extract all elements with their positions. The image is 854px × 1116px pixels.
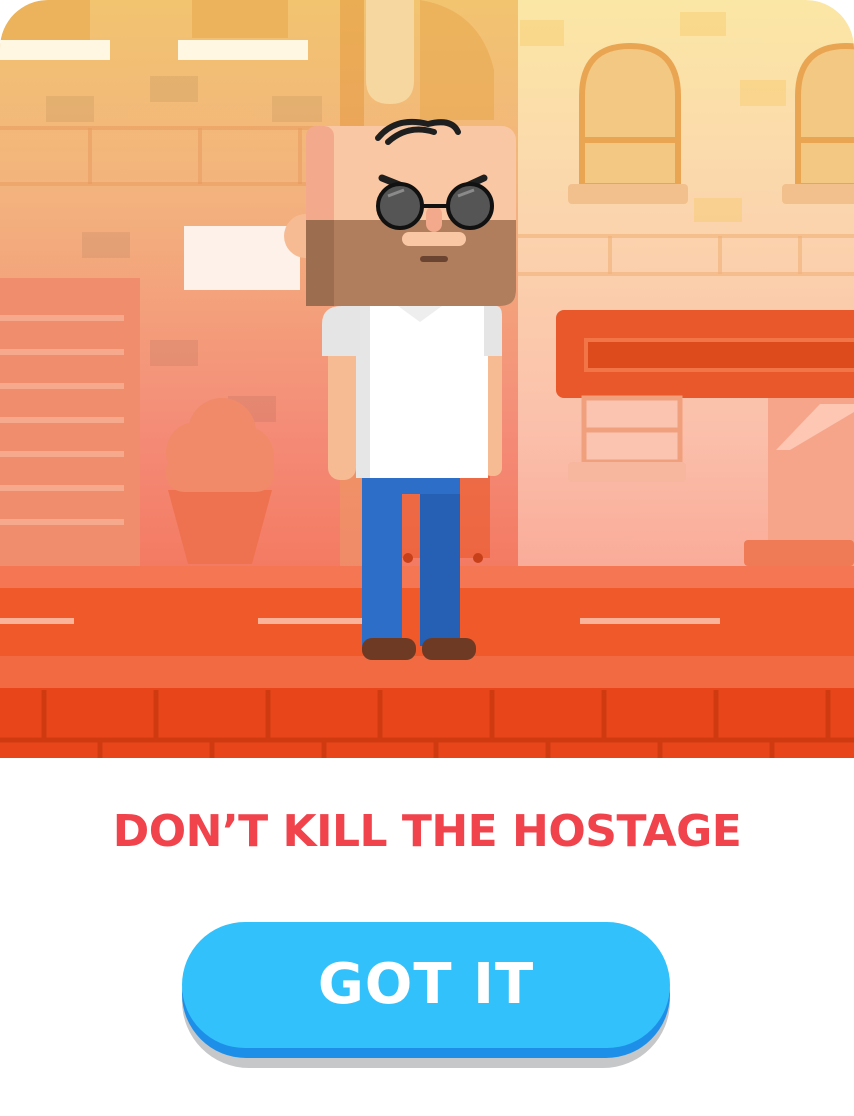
game-scene-illustration — [0, 0, 854, 758]
got-it-button-label: GOT IT — [317, 952, 535, 1017]
got-it-button[interactable]: GOT IT — [182, 922, 670, 1068]
arched-window-icon — [568, 42, 688, 204]
shop-awning-icon — [556, 310, 854, 398]
shop-shutter — [0, 278, 140, 568]
right-building — [518, 0, 854, 570]
instruction-message: DON’T KILL THE HOSTAGE — [112, 806, 742, 857]
hostage-warning-card: DON’T KILL THE HOSTAGE GOT IT — [0, 0, 854, 1116]
